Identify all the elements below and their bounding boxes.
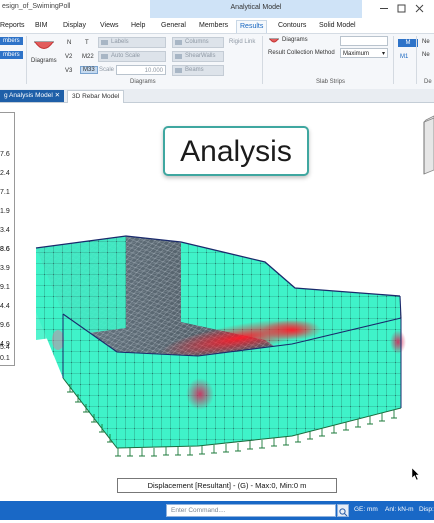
ribbon-panel: mbers mbers Diagrams N T V2 M22 V3 M33 L… [0,33,434,91]
tab-results[interactable]: Results [236,20,268,34]
group-diagrams-label: Diagrams [130,79,156,85]
legend-value: 7.1 [0,189,10,196]
columns-button[interactable]: Columns [172,37,224,48]
tab-analysis-model-label: g Analysis Model [4,92,53,99]
tab-general[interactable]: General [161,20,186,33]
m-button[interactable]: M [398,39,418,47]
force-m33-selected[interactable]: M33 [80,66,98,74]
legend-value: 1.9 [0,208,10,215]
legend-value: 3.9 [0,265,10,272]
legend-value: 7.6 [0,151,10,158]
context-tab-header: Analytical Model [150,0,362,18]
legend-value: 2.4 [0,170,10,177]
legend-value: 0.1 [0,355,10,362]
scale-label: Scale [99,67,115,73]
legend-value: 9.1 [0,284,10,291]
force-n[interactable]: N [67,40,71,46]
members-button-1[interactable]: mbers [0,37,23,45]
status-units-ge[interactable]: GE: mm [354,506,378,513]
analysis-title-overlay: Analysis [163,126,309,176]
collection-method-label: Result Collection Method [268,50,335,56]
shearwalls-button[interactable]: ShearWalls [172,51,224,62]
legend-value: 8.6 [0,246,10,253]
legend-value: 9.6 [0,322,10,329]
ribbon-tabs: Reports BIM Display Views Help General M… [0,18,434,34]
window-controls [372,0,432,18]
labels-toggle[interactable]: Labels [98,37,166,48]
ne-button-1[interactable]: Ne [422,39,430,45]
slab-dropdown-empty[interactable] [340,36,388,46]
window-buttons-icon [380,4,424,13]
tab-display[interactable]: Display [63,20,86,33]
mouse-cursor-icon [411,467,420,481]
force-t[interactable]: T [85,40,89,46]
force-v3[interactable]: V3 [65,68,72,74]
document-tabs: g Analysis Model ✕ 3D Rebar Model [0,89,434,104]
tab-3d-rebar-model[interactable]: 3D Rebar Model [67,90,125,104]
tab-bim[interactable]: BIM [35,20,47,33]
legend-value: 3.4 [0,227,10,234]
beams-button-text: Beams [185,67,204,73]
scale-input[interactable]: 10.000 [116,65,166,75]
collection-method-select[interactable]: Maximum ▾ [340,48,388,58]
labels-toggle-text: Labels [111,39,129,45]
status-units-anl[interactable]: Anl: kN-m [385,506,414,513]
force-v2[interactable]: V2 [65,54,72,60]
ne-button-2[interactable]: Ne [422,52,430,58]
tab-reports[interactable]: Reports [0,20,25,33]
chevron-down-icon: ▾ [381,51,385,57]
auto-scale-toggle-text: Auto Scale [111,53,141,59]
tab-help[interactable]: Help [131,20,145,33]
slab-diagram-icon [269,38,279,43]
tab-views[interactable]: Views [100,20,119,33]
status-units-disp[interactable]: Disp: [419,506,434,513]
tab-analysis-model[interactable]: g Analysis Model ✕ [0,90,65,102]
tab-solid-model[interactable]: Solid Model [319,20,356,33]
shearwalls-button-text: ShearWalls [185,53,216,59]
view-cube-icon[interactable] [423,115,434,175]
beams-button[interactable]: Beams [172,65,224,76]
legend-value: 4.4 [0,303,10,310]
legend-value: 5.4 [0,344,10,351]
members-button-2[interactable]: mbers [0,51,23,59]
command-input[interactable]: Enter Command.... [166,504,336,517]
title-bar: esign_of_SwimingPoll Analytical Model [0,0,434,18]
force-m22[interactable]: M22 [82,54,94,60]
group-de-label: De [424,79,432,85]
slab-diagrams-toggle[interactable]: Diagrams [282,37,308,43]
collection-method-value: Maximum [343,51,370,57]
color-scale-legend: 7.6 2.4 7.1 1.9 3.4 8.6 8.6 3.9 9.1 4.4 … [0,112,15,366]
columns-button-text: Columns [185,39,209,45]
diagrams-button-label[interactable]: Diagrams [31,58,57,64]
m1-button[interactable]: M1 [400,54,408,60]
auto-scale-toggle[interactable]: Auto Scale [98,51,166,62]
diagram-icon[interactable] [33,39,55,53]
result-caption: Displacement [Resultant] - (G) - Max:0, … [117,478,337,493]
command-search-icon[interactable] [337,504,349,517]
document-name: esign_of_SwimingPoll [2,3,71,10]
tab-contours[interactable]: Contours [278,20,306,33]
legend-bottom: 5.4 [0,344,14,376]
rigid-link-toggle[interactable]: Rigid Link [229,39,255,45]
close-icon[interactable]: ✕ [55,92,60,99]
group-slab-strips-label: Slab Strips [316,79,346,85]
tab-members[interactable]: Members [199,20,228,33]
